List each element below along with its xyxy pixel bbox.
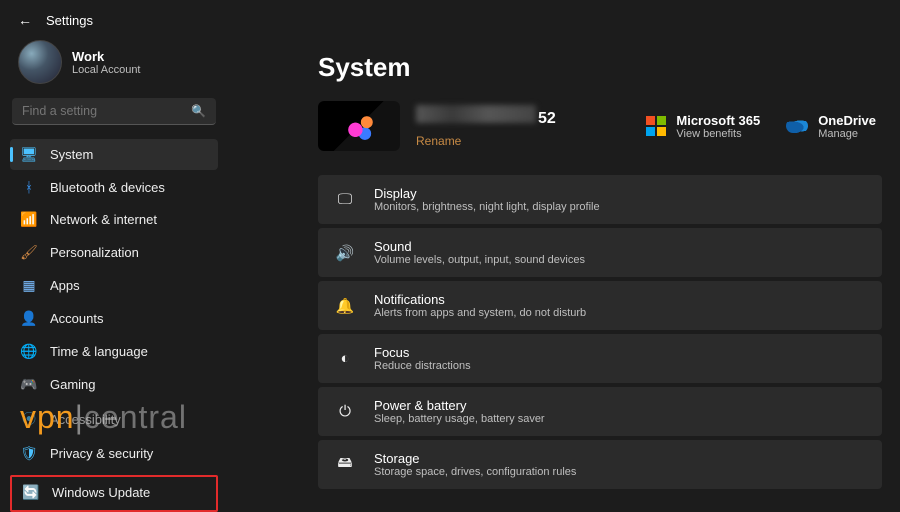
sidebar-item-accounts[interactable]: 👤 Accounts (10, 303, 218, 334)
accessibility-icon: ⦿ (20, 409, 38, 429)
profile-block[interactable]: Work Local Account (10, 34, 218, 98)
profile-name: Work (72, 49, 141, 64)
wifi-icon: 📶 (20, 211, 38, 228)
device-hero: 52 Rename Microsoft 365 View benefits On… (318, 101, 882, 151)
card-focus[interactable]: ◐ FocusReduce distractions (318, 334, 882, 383)
sidebar-nav: 🖥 System ᚼ Bluetooth & devices 📶 Network… (10, 139, 218, 512)
card-title: Focus (374, 345, 471, 360)
sidebar-item-network[interactable]: 📶 Network & internet (10, 204, 218, 235)
card-sound[interactable]: 🔊 SoundVolume levels, output, input, sou… (318, 228, 882, 277)
sidebar-item-label: Windows Update (52, 485, 150, 500)
bell-icon: 🔔 (334, 297, 356, 315)
sidebar: Work Local Account 🔍 🖥 System ᚼ Bluetoot… (0, 34, 228, 512)
sidebar-item-label: Accessibility (50, 412, 121, 427)
card-title: Storage (374, 451, 576, 466)
sidebar-item-label: Personalization (50, 245, 139, 260)
bluetooth-icon: ᚼ (20, 179, 38, 195)
card-sub: Monitors, brightness, night light, displ… (374, 201, 600, 213)
speaker-icon: 🔊 (334, 244, 356, 262)
person-icon: 👤 (20, 310, 38, 327)
sidebar-item-accessibility[interactable]: ⦿ Accessibility (10, 402, 218, 436)
monitor-icon: 🖵 (334, 191, 356, 208)
rename-link[interactable]: Rename (416, 134, 556, 148)
avatar (18, 40, 62, 84)
card-sub: Volume levels, output, input, sound devi… (374, 254, 585, 266)
sidebar-item-windows-update[interactable]: 🔄 Windows Update (12, 477, 216, 508)
sidebar-item-bluetooth[interactable]: ᚼ Bluetooth & devices (10, 172, 218, 202)
card-sub: Reduce distractions (374, 360, 471, 372)
sidebar-item-system[interactable]: 🖥 System (10, 139, 218, 170)
highlight-annotation: 🔄 Windows Update (10, 475, 218, 512)
search-input[interactable] (22, 104, 191, 118)
sidebar-item-apps[interactable]: ▦ Apps (10, 270, 218, 301)
apps-icon: ▦ (20, 277, 38, 294)
card-storage[interactable]: 🖴 StorageStorage space, drives, configur… (318, 440, 882, 489)
sidebar-item-label: Apps (50, 278, 80, 293)
onedrive-sub: Manage (818, 128, 876, 140)
card-sub: Sleep, battery usage, battery saver (374, 413, 545, 425)
onedrive-title: OneDrive (818, 113, 876, 128)
storage-icon: 🖴 (334, 452, 356, 477)
search-icon: 🔍 (191, 104, 206, 118)
card-title: Notifications (374, 292, 586, 307)
update-icon: 🔄 (22, 484, 40, 501)
card-sub: Alerts from apps and system, do not dist… (374, 307, 586, 319)
ms365-title: Microsoft 365 (676, 113, 760, 128)
device-name-suffix: 52 (538, 110, 556, 127)
sidebar-item-label: Privacy & security (50, 446, 153, 461)
device-name-row: 52 (416, 105, 556, 128)
search-box[interactable]: 🔍 (12, 98, 216, 125)
gamepad-icon: 🎮 (20, 376, 38, 393)
device-name-redacted (416, 105, 536, 123)
sidebar-item-personalization[interactable]: 🖌 Personalization (10, 237, 218, 268)
card-title: Display (374, 186, 600, 201)
device-wallpaper-thumb (318, 101, 400, 151)
sidebar-item-label: Bluetooth & devices (50, 180, 165, 195)
sidebar-item-time-language[interactable]: 🌐 Time & language (10, 336, 218, 367)
shield-icon: 🛡 (20, 445, 38, 462)
sidebar-item-gaming[interactable]: 🎮 Gaming (10, 369, 218, 400)
onedrive-tile[interactable]: OneDrive Manage (786, 113, 876, 140)
ms365-tile[interactable]: Microsoft 365 View benefits (646, 113, 760, 140)
display-icon: 🖥 (20, 146, 38, 163)
sidebar-item-label: Time & language (50, 344, 148, 359)
brush-icon: 🖌 (20, 244, 38, 261)
sidebar-item-label: System (50, 147, 93, 162)
card-display[interactable]: 🖵 DisplayMonitors, brightness, night lig… (318, 175, 882, 224)
power-icon: ⏻ (334, 403, 356, 420)
globe-icon: 🌐 (20, 343, 38, 360)
focus-icon: ◐ (334, 350, 356, 367)
sidebar-item-label: Network & internet (50, 212, 157, 227)
card-notifications[interactable]: 🔔 NotificationsAlerts from apps and syst… (318, 281, 882, 330)
settings-cards: 🖵 DisplayMonitors, brightness, night lig… (318, 175, 882, 489)
card-sub: Storage space, drives, configuration rul… (374, 466, 576, 478)
back-arrow-icon[interactable]: ← (18, 12, 32, 28)
sidebar-item-privacy[interactable]: 🛡 Privacy & security (10, 438, 218, 469)
title-bar: ← Settings (0, 0, 900, 34)
profile-sub: Local Account (72, 64, 141, 76)
sidebar-item-label: Gaming (50, 377, 96, 392)
sidebar-item-label: Accounts (50, 311, 103, 326)
card-title: Power & battery (374, 398, 545, 413)
card-power[interactable]: ⏻ Power & batterySleep, battery usage, b… (318, 387, 882, 436)
ms365-sub: View benefits (676, 128, 760, 140)
app-title: Settings (46, 13, 93, 28)
card-title: Sound (374, 239, 585, 254)
main-panel: System 52 Rename Microsoft 365 View bene… (228, 34, 900, 512)
onedrive-icon (786, 119, 808, 133)
microsoft-logo-icon (646, 116, 666, 136)
page-title: System (318, 52, 882, 83)
